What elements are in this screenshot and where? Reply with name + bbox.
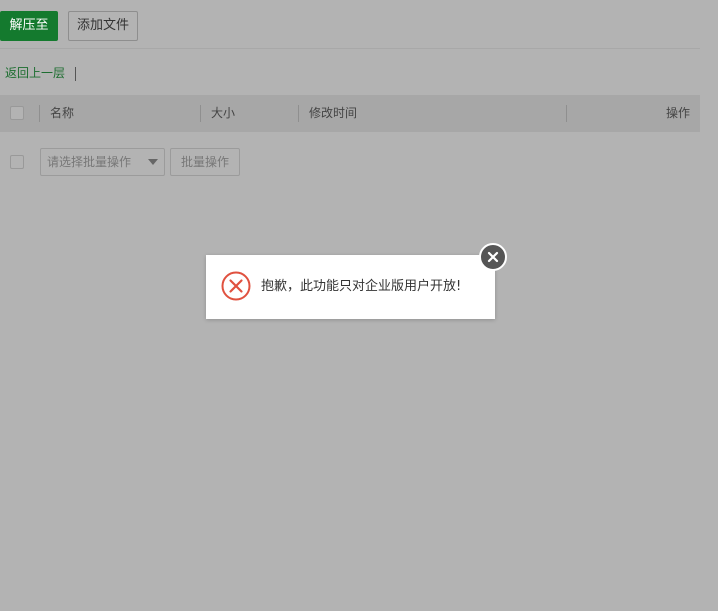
breadcrumb-separator xyxy=(75,66,77,81)
batch-select-placeholder: 请选择批量操作 xyxy=(47,155,132,169)
column-header-actions: 操作 xyxy=(665,106,690,120)
batch-actions-row: 请选择批量操作 批量操作 xyxy=(0,148,700,176)
close-icon xyxy=(487,251,499,263)
column-header-size[interactable]: 大小 xyxy=(211,95,235,132)
dialog-message: 抱歉，此功能只对企业版用户开放! xyxy=(261,279,462,294)
column-divider xyxy=(298,105,299,122)
error-circle-icon xyxy=(221,271,251,301)
add-file-button[interactable]: 添加文件 xyxy=(68,11,138,41)
dialog-close-button[interactable] xyxy=(479,243,507,271)
column-divider xyxy=(39,105,40,122)
batch-operation-select[interactable]: 请选择批量操作 xyxy=(40,148,165,176)
column-header-modified-time[interactable]: 修改时间 xyxy=(309,95,357,132)
chevron-down-icon xyxy=(148,159,158,165)
batch-select-checkbox[interactable] xyxy=(10,155,24,169)
alert-dialog: 抱歉，此功能只对企业版用户开放! xyxy=(206,255,495,319)
column-divider xyxy=(200,105,201,122)
column-divider xyxy=(566,105,567,122)
toolbar: 解压至 添加文件 xyxy=(0,0,700,49)
breadcrumb: 返回上一层 xyxy=(5,64,77,82)
batch-operation-button[interactable]: 批量操作 xyxy=(170,148,240,176)
select-all-checkbox[interactable] xyxy=(10,106,24,120)
back-to-parent-link[interactable]: 返回上一层 xyxy=(5,66,65,80)
file-table-header: 名称 大小 修改时间 操作 xyxy=(0,95,700,132)
column-header-name[interactable]: 名称 xyxy=(50,95,74,132)
extract-to-button[interactable]: 解压至 xyxy=(0,11,58,41)
